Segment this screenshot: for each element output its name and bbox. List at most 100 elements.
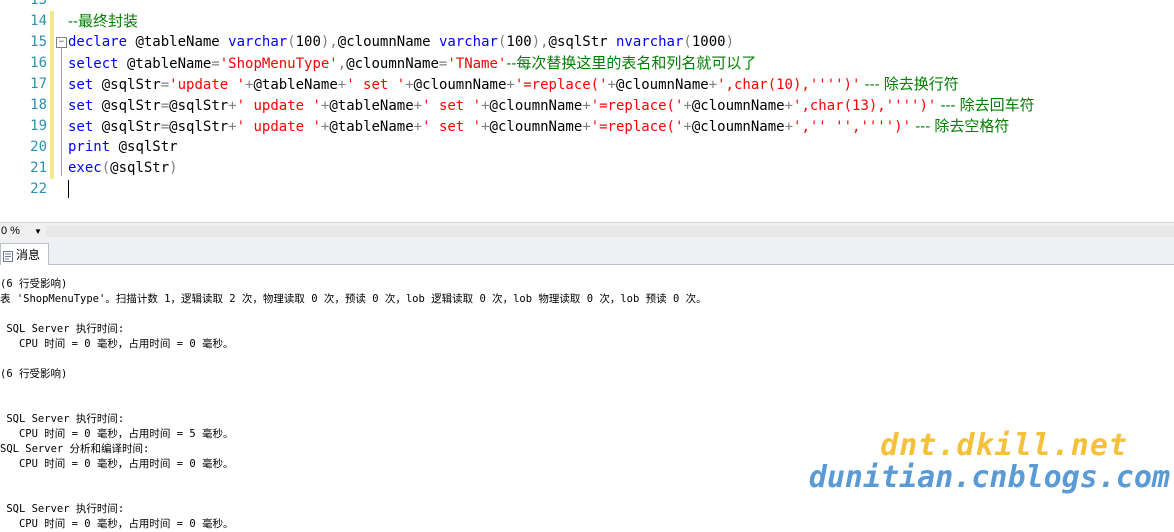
message-line: 表 'ShopMenuType'。扫描计数 1，逻辑读取 2 次，物理读取 0 … [0, 293, 707, 305]
query-editor[interactable]: 13 14 --最终封装 15 declare @tableName varchar(1… [0, 0, 1174, 222]
line-number: 22 [30, 181, 47, 197]
code-token: @cloumnName [346, 56, 439, 72]
code-line[interactable]: 19 set @sqlStr=@sqlStr+' update '+@tableN… [0, 116, 1174, 137]
message-line: (6 行受影响) [0, 278, 68, 290]
code-token: @sqlStr [93, 98, 161, 114]
code-token: ( [683, 34, 692, 50]
chevron-down-icon: ▼ [34, 227, 42, 236]
code-token: 1000 [691, 34, 726, 50]
code-token: ' set ' [422, 119, 482, 135]
code-line[interactable]: 18 set @sqlStr=@sqlStr+' update '+@tableN… [0, 95, 1174, 116]
code-token: = [160, 98, 170, 114]
code-token: @tableName [127, 34, 229, 50]
code-token: + [607, 77, 616, 93]
code-text: --最终封装 [68, 11, 138, 33]
code-token: exec [68, 160, 102, 176]
code-token: --- 除去换行符 [860, 76, 959, 93]
code-token: @sqlStr [548, 34, 616, 50]
code-text: exec(@sqlStr) [68, 158, 178, 179]
code-token: @sqlStr [110, 139, 178, 155]
change-marker [50, 53, 54, 74]
code-token: + [413, 119, 423, 135]
code-token: ) [169, 160, 178, 176]
line-number: 21 [30, 160, 47, 176]
code-token: @sqlStr [169, 98, 229, 114]
code-token: + [337, 77, 347, 93]
code-token: ' set ' [346, 77, 406, 93]
code-token: + [784, 119, 794, 135]
code-text: declare @tableName varchar(100),@cloumnN… [68, 32, 734, 53]
code-line[interactable]: 21 exec(@sqlStr) [0, 158, 1174, 179]
code-line[interactable]: 13 [0, 0, 1174, 11]
code-line[interactable]: 20 print @sqlStr [0, 137, 1174, 158]
code-token: = [211, 56, 220, 72]
code-token: --- 除去回车符 [936, 97, 1035, 114]
code-token: @cloumnName [691, 119, 785, 135]
code-token: 'TName' [447, 56, 507, 72]
code-line[interactable]: 17 set @sqlStr='update '+@tableName+' set… [0, 74, 1174, 95]
tab-messages-label: 消息 [16, 248, 41, 262]
change-marker [50, 116, 54, 137]
text-caret [68, 180, 69, 198]
code-token: @tableName [253, 77, 338, 93]
code-token: + [683, 119, 692, 135]
code-token: '=replace(' [514, 77, 608, 93]
code-token: + [413, 98, 423, 114]
code-token: 'ShopMenuType' [219, 56, 338, 72]
code-token: '=replace(' [590, 119, 684, 135]
code-token: @sqlStr [110, 160, 170, 176]
code-token: @tableName [118, 56, 212, 72]
code-token: @cloumnName [337, 34, 439, 50]
code-line[interactable]: 15 declare @tableName varchar(100),@cloum… [0, 32, 1174, 53]
code-token: @cloumnName [615, 77, 709, 93]
code-token: varchar [438, 34, 498, 50]
code-token: = [160, 119, 170, 135]
code-token: + [481, 98, 490, 114]
code-token: + [708, 77, 718, 93]
message-line: CPU 时间 = 0 毫秒，占用时间 = 0 毫秒。 [0, 338, 234, 350]
code-token: @cloumnName [489, 119, 583, 135]
code-token: --每次替换这里的表名和列名就可以了 [506, 55, 757, 72]
code-token: + [582, 119, 591, 135]
code-token: + [784, 98, 794, 114]
line-number: 18 [30, 97, 47, 113]
code-line[interactable]: 14 --最终封装 [0, 11, 1174, 32]
code-token: ','' '','''')' [793, 119, 912, 135]
message-icon [3, 249, 13, 262]
code-token: set [68, 77, 94, 93]
code-line[interactable]: 16 select @tableName='ShopMenuType',@clou… [0, 53, 1174, 74]
watermark-line-2: dunitian.cnblogs.com [808, 460, 1170, 495]
code-text: set @sqlStr='update '+@tableName+' set '… [68, 74, 959, 96]
code-token: + [506, 77, 515, 93]
horizontal-scrollbar[interactable] [46, 226, 1174, 237]
code-token: set [68, 98, 94, 114]
code-token: + [481, 119, 490, 135]
code-text: print @sqlStr [68, 137, 178, 158]
watermark-line-1: dnt.dkill.net [880, 428, 1128, 463]
code-token: ( [287, 34, 296, 50]
change-marker [50, 137, 54, 158]
code-token: varchar [228, 34, 288, 50]
code-token: = [160, 77, 170, 93]
message-line: CPU 时间 = 0 毫秒，占用时间 = 5 毫秒。 [0, 428, 234, 440]
code-token: @cloumnName [489, 98, 583, 114]
code-line[interactable]: 22 [0, 179, 1174, 200]
tab-messages[interactable]: 消息 [0, 243, 50, 265]
code-token: ',char(13),'''')' [793, 98, 937, 114]
zoom-dropdown[interactable]: 0 % ▼ [0, 224, 44, 239]
change-marker [50, 32, 54, 53]
code-token: 100 [506, 34, 532, 50]
code-token: @sqlStr [169, 119, 229, 135]
code-token: set [68, 119, 94, 135]
code-token: ) [725, 34, 735, 50]
code-token: , [337, 56, 347, 72]
code-token: ',char(10),'''')' [717, 77, 861, 93]
line-number: 15 [30, 34, 47, 50]
code-token: print [68, 139, 111, 155]
code-token: --- 除去空格符 [911, 118, 1010, 135]
code-token: @sqlStr [93, 77, 161, 93]
code-token: --最终封装 [68, 13, 138, 30]
code-token: select [68, 56, 119, 72]
collapse-icon[interactable]: − [56, 37, 67, 48]
code-token: 'update ' [169, 77, 246, 93]
